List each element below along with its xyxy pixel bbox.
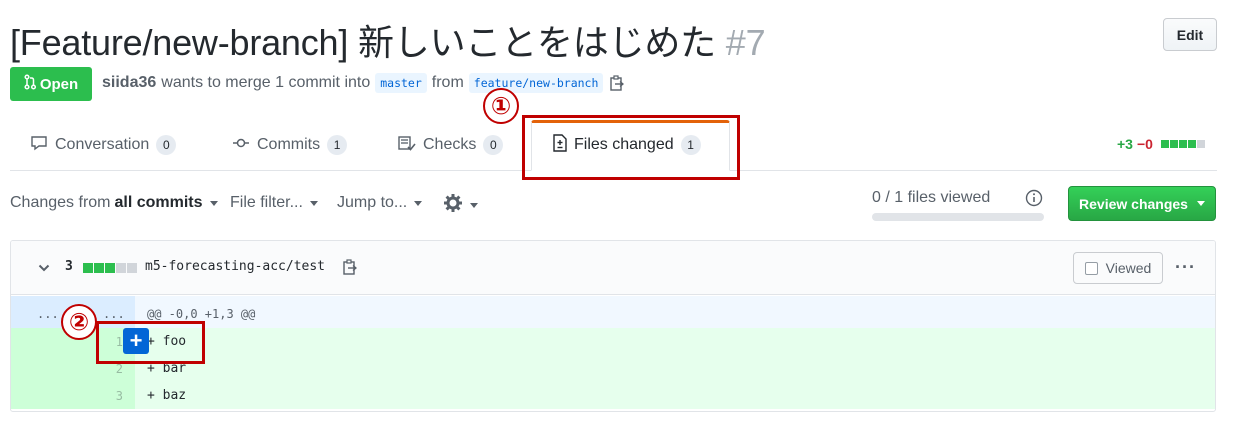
expand-up-left: ...: [37, 307, 59, 321]
diffstat-block: [116, 263, 126, 273]
tab-commits[interactable]: Commits 1: [232, 128, 348, 162]
pr-meta: siida36 wants to merge 1 commit into mas…: [102, 73, 626, 93]
caret-down-icon: [209, 200, 218, 206]
diffstat-block: [1187, 140, 1196, 148]
line-number-gutter[interactable]: 3: [11, 382, 135, 409]
all-commits-label: all commits: [114, 194, 203, 211]
caret-down-icon: [470, 203, 478, 208]
diffstat-block: [127, 263, 137, 273]
base-branch[interactable]: master: [375, 73, 427, 93]
diffstat: +3 −0: [1117, 136, 1205, 152]
viewed-checkbox[interactable]: [1084, 261, 1098, 275]
viewed-checkbox-button[interactable]: Viewed: [1073, 252, 1163, 284]
jump-to-dropdown[interactable]: Jump to...: [337, 194, 423, 212]
comment-icon: [30, 135, 48, 156]
diffstat-block: [1196, 140, 1205, 148]
file-change-count: 3: [65, 259, 73, 274]
gear-icon: [443, 193, 463, 218]
additions-count: +3: [1117, 136, 1133, 152]
files-viewed-text: 0 / 1 files viewed: [872, 189, 991, 206]
clipboard-icon[interactable]: [343, 259, 358, 280]
pr-number: #7: [725, 22, 766, 63]
tab-label: Checks: [423, 136, 477, 153]
state-label: Open: [39, 75, 79, 93]
jump-to-label: Jump to...: [337, 194, 408, 211]
tab-label: Commits: [257, 136, 321, 153]
diffstat-block: [1169, 140, 1178, 148]
diffstat-block: [105, 263, 115, 273]
caret-down-icon: [1196, 201, 1205, 206]
changes-from-label: Changes from: [10, 194, 111, 211]
line-code: + baz: [147, 388, 187, 403]
annotation-badge-2: ②: [61, 304, 97, 340]
author-link[interactable]: siida36: [102, 74, 156, 92]
tab-counter: 0: [483, 135, 504, 155]
diffstat-block: [1178, 140, 1187, 148]
more-options-icon[interactable]: ···: [1175, 257, 1196, 278]
diffstat-block: [83, 263, 93, 273]
state-badge-open: Open: [10, 67, 92, 101]
tab-conversation[interactable]: Conversation 0: [30, 128, 177, 162]
commit-icon: [232, 135, 250, 156]
pr-title: [Feature/new-branch] 新しいことをはじめた #7: [10, 14, 766, 66]
diffstat-blocks: [1160, 140, 1205, 148]
tab-counter: 0: [156, 135, 177, 155]
from-text: from: [431, 74, 464, 91]
chevron-down-icon[interactable]: [38, 261, 50, 279]
diffstat-block: [1160, 140, 1169, 148]
review-changes-label: Review changes: [1079, 195, 1188, 212]
line-number: 3: [115, 389, 123, 403]
caret-down-icon: [309, 200, 318, 206]
head-branch[interactable]: feature/new-branch: [468, 73, 604, 93]
hunk-header: @@ -0,0 +1,3 @@: [147, 307, 256, 321]
info-icon[interactable]: [1025, 189, 1045, 209]
clipboard-icon[interactable]: [608, 74, 626, 92]
pull-request-icon: [24, 74, 36, 94]
deletions-count: −0: [1136, 136, 1153, 152]
diffstat-block: [94, 263, 104, 273]
settings-dropdown[interactable]: [443, 193, 478, 218]
expand-up-right: ...: [103, 307, 125, 321]
annotation-box-files-changed: [522, 115, 740, 180]
caret-down-icon: [414, 200, 423, 206]
line-number: 2: [115, 362, 123, 376]
file-filter-label: File filter...: [230, 194, 303, 211]
file-header: 3 m5-forecasting-acc/test Viewed ···: [11, 241, 1215, 295]
pr-title-text: [Feature/new-branch] 新しいことをはじめた: [10, 22, 716, 63]
annotation-box-line-1: [96, 321, 205, 364]
checklist-icon: [398, 135, 416, 156]
file-filter-dropdown[interactable]: File filter...: [230, 194, 318, 212]
tab-label: Conversation: [55, 136, 150, 153]
edit-button[interactable]: Edit: [1163, 18, 1217, 51]
tab-counter: 1: [327, 135, 348, 155]
tab-checks[interactable]: Checks 0: [398, 128, 504, 162]
annotation-badge-1: ①: [483, 88, 519, 124]
diff-line: 3 + baz: [11, 382, 1215, 409]
viewed-label: Viewed: [1105, 260, 1152, 276]
changes-from-dropdown[interactable]: Changes from all commits: [10, 194, 218, 212]
files-viewed-progress: 0 / 1 files viewed: [872, 189, 1044, 221]
review-changes-button[interactable]: Review changes: [1068, 186, 1216, 221]
file-path-link[interactable]: m5-forecasting-acc/test: [145, 259, 325, 274]
file-diffstat-blocks: [83, 263, 137, 273]
progress-track: [872, 213, 1044, 221]
merge-text: wants to merge 1 commit into: [161, 74, 371, 91]
